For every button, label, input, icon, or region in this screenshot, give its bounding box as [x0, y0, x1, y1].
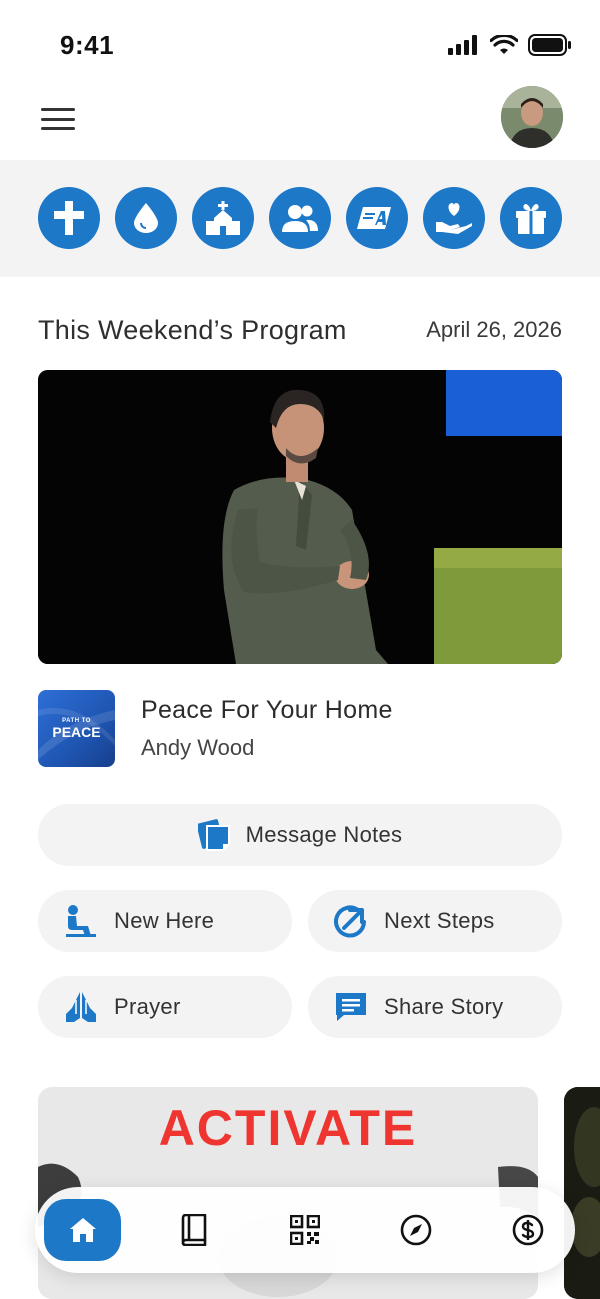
- tab-discover[interactable]: [378, 1199, 455, 1261]
- brand-logo-icon[interactable]: [346, 187, 408, 249]
- tab-library[interactable]: [155, 1199, 232, 1261]
- bottom-tab-bar: [35, 1187, 575, 1273]
- program-date: April 26, 2026: [426, 317, 562, 342]
- new-here-label: New Here: [114, 908, 215, 933]
- notes-icon: [197, 818, 232, 852]
- gift-icon[interactable]: [500, 187, 562, 249]
- hamburger-menu-icon[interactable]: [38, 104, 78, 134]
- message-notes-button[interactable]: Message Notes: [38, 804, 562, 866]
- share-story-button[interactable]: Share Story: [308, 976, 562, 1038]
- status-icons: [448, 34, 572, 56]
- new-here-button[interactable]: New Here: [38, 890, 292, 952]
- battery-icon: [528, 34, 571, 56]
- sermon-thumb-title: PEACE: [52, 723, 101, 740]
- prayer-label: Prayer: [114, 994, 181, 1019]
- compass-icon: [400, 1214, 432, 1246]
- dollar-icon: [512, 1214, 543, 1246]
- message-notes-label: Message Notes: [245, 822, 403, 847]
- status-bar: 9:41: [0, 0, 600, 80]
- tab-qr-scan[interactable]: [267, 1199, 344, 1261]
- home-icon: [69, 1218, 96, 1242]
- chat-bubble-icon: [334, 990, 368, 1024]
- prayer-button[interactable]: Prayer: [38, 976, 292, 1038]
- avatar[interactable]: [501, 86, 563, 148]
- next-steps-label: Next Steps: [384, 908, 495, 933]
- person-seated-icon: [64, 904, 98, 938]
- heart-hand-icon[interactable]: [423, 187, 485, 249]
- tab-home[interactable]: [44, 1199, 121, 1261]
- share-story-label: Share Story: [384, 994, 504, 1019]
- people-icon[interactable]: [269, 187, 331, 249]
- sermon-thumbnail[interactable]: PATH TO PEACE: [38, 689, 115, 767]
- tab-give[interactable]: [489, 1199, 566, 1261]
- church-icon[interactable]: [192, 187, 254, 249]
- water-drop-icon[interactable]: [115, 187, 177, 249]
- cross-icon[interactable]: [38, 187, 100, 249]
- program-header: This Weekend’s Program April 26, 2026: [38, 310, 562, 350]
- cellular-signal-icon: [448, 35, 477, 55]
- sermon-item[interactable]: PATH TO PEACE Peace For Your Home Andy W…: [38, 689, 562, 767]
- program-title: This Weekend’s Program: [38, 314, 347, 345]
- praying-hands-icon: [64, 990, 98, 1024]
- quick-actions-strip: [0, 160, 600, 277]
- next-steps-arrow-icon: [334, 904, 368, 938]
- program-hero-image[interactable]: [38, 370, 562, 664]
- sermon-title: Peace For Your Home: [141, 695, 393, 724]
- book-icon: [181, 1214, 207, 1246]
- status-time: 9:41: [60, 30, 115, 60]
- sermon-speaker: Andy Wood: [141, 734, 255, 760]
- top-nav: [0, 80, 600, 160]
- next-carousel-card[interactable]: [564, 1087, 600, 1299]
- wifi-icon: [490, 35, 518, 54]
- next-steps-button[interactable]: Next Steps: [308, 890, 562, 952]
- qr-code-icon: [290, 1215, 320, 1245]
